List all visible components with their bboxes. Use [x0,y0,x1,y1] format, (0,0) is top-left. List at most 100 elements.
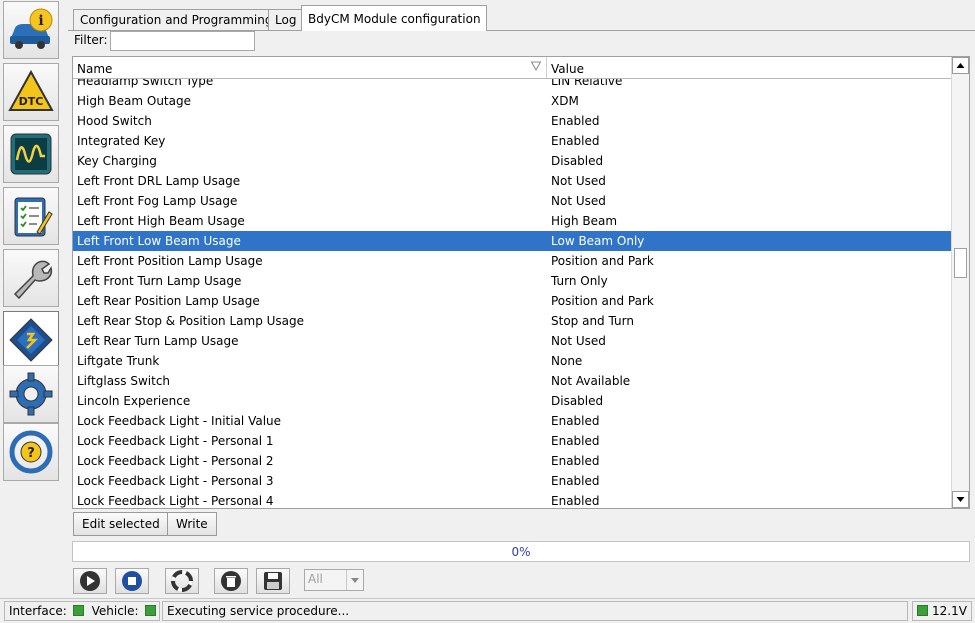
stop-button[interactable] [115,568,149,594]
progress-text: 0% [511,545,531,559]
module-configuration-button[interactable] [3,311,59,369]
table-row[interactable]: Left Rear Stop & Position Lamp Usage Stop… [73,311,953,331]
cell-name: Left Front Low Beam Usage [77,234,241,248]
table-row[interactable]: Liftgate Trunk None [73,351,953,371]
arrow-down-icon [956,497,965,502]
chevron-down-icon [346,570,363,590]
cell-value: Not Available [551,374,631,388]
cell-name: Hood Switch [77,114,152,128]
write-button[interactable]: Write [167,512,217,536]
filter-select[interactable]: All [304,569,364,591]
sort-indicator-icon [531,61,541,71]
table-body: Headlamp Switch Type LIN Relative High Bea… [73,78,953,508]
table-row[interactable]: Lock Feedback Light - Personal 3 Enabled [73,471,953,491]
filter-input[interactable] [110,31,255,51]
table-row[interactable]: Lock Feedback Light - Personal 2 Enabled [73,451,953,471]
progress-bar: 0% [72,541,970,562]
cell-value: Position and Park [551,294,654,308]
lifebuoy-icon [171,570,193,592]
help-lifebuoy-button[interactable] [165,568,199,594]
scroll-up-button[interactable] [952,57,969,74]
table-row[interactable]: Headlamp Switch Type LIN Relative [73,78,953,91]
checklist-button[interactable] [3,187,59,245]
table-row[interactable]: Lock Feedback Light - Personal 4 Enabled [73,491,953,508]
tab-log[interactable]: Log [268,9,303,30]
svg-text:?: ? [27,446,35,461]
table-row[interactable]: Lock Feedback Light - Initial Value Enabl… [73,411,953,431]
tools-button[interactable] [3,249,59,307]
cell-value: High Beam [551,214,618,228]
table-header: Name Value [73,57,953,79]
cell-name: Left Front Fog Lamp Usage [77,194,238,208]
cell-name: Key Charging [77,154,157,168]
table-row[interactable]: Left Front Position Lamp Usage Position a… [73,251,953,271]
cell-name: Lincoln Experience [77,394,191,408]
delete-button[interactable] [214,568,248,594]
scroll-thumb[interactable] [954,248,967,279]
table-row[interactable]: Left Rear Turn Lamp Usage Not Used [73,331,953,351]
cell-name: Lock Feedback Light - Personal 1 [77,434,274,448]
cell-name: Lock Feedback Light - Personal 2 [77,454,274,468]
cell-value: None [551,354,583,368]
car-info-icon: i [10,8,53,49]
cell-value: Position and Park [551,254,654,268]
cell-name: Lock Feedback Light - Personal 3 [77,474,274,488]
wrench-icon [13,260,53,300]
table-row[interactable]: Lincoln Experience Disabled [73,391,953,411]
table-row[interactable]: Hood Switch Enabled [73,111,953,131]
voltage-text: 12.1V [932,604,967,618]
dtc-button[interactable]: DTC [3,63,59,121]
cell-value: Not Used [551,194,606,208]
voltage-status-led [917,605,928,616]
oscilloscope-button[interactable] [3,125,59,183]
table-row[interactable]: High Beam Outage XDM [73,91,953,111]
table-row[interactable]: Liftglass Switch Not Available [73,371,953,391]
cell-value: Turn Only [551,274,608,288]
chip-icon [9,318,53,362]
dtc-icon: DTC [8,69,54,111]
table-row[interactable]: Lock Feedback Light - Personal 1 Enabled [73,431,953,451]
sidebar: i DTC ? [0,0,62,598]
cell-name: Lock Feedback Light - Initial Value [77,414,282,428]
vehicle-info-button[interactable]: i [3,1,59,59]
settings-button[interactable] [3,365,59,423]
scroll-down-button[interactable] [952,491,969,508]
arrow-up-icon [956,63,965,68]
cell-name: Left Front High Beam Usage [77,214,245,228]
svg-text:i: i [38,13,43,29]
table-row[interactable]: Left Front Fog Lamp Usage Not Used [73,191,953,211]
status-bar: Interface: Vehicle: Executing service pr… [0,598,975,623]
play-button[interactable] [73,568,107,594]
cell-value: Enabled [551,474,600,488]
cell-value: Not Used [551,334,606,348]
vertical-scrollbar[interactable] [951,57,969,508]
edit-selected-button[interactable]: Edit selected [73,512,169,536]
tab-configuration-and-programming[interactable]: Configuration and Programming [73,9,279,30]
column-header-name[interactable]: Name [73,57,547,78]
cell-name: Headlamp Switch Type [77,78,214,88]
help-button[interactable]: ? [3,423,59,481]
cell-value: Stop and Turn [551,314,634,328]
cell-name: High Beam Outage [77,94,191,108]
table-row[interactable]: Left Front Low Beam Usage Low Beam Only [73,231,953,251]
checklist-icon [14,197,53,237]
save-button[interactable] [256,568,290,594]
table-row[interactable]: Left Rear Position Lamp Usage Position an… [73,291,953,311]
cell-value: Low Beam Only [551,234,645,248]
battery-voltage: 12.1V [912,601,972,621]
vehicle-label: Vehicle: [91,604,139,618]
table-row[interactable]: Left Front High Beam Usage High Beam [73,211,953,231]
tab-bdycm-module-configuration[interactable]: BdyCM Module configuration [301,5,487,31]
column-header-value[interactable]: Value [547,57,953,78]
cell-name: Left Front Position Lamp Usage [77,254,263,268]
configuration-table: Headlamp Switch Type LIN Relative High Bea… [72,56,970,509]
filter-select-value: All [308,572,323,586]
oscilloscope-icon [10,133,52,175]
filter-label: Filter: [74,33,108,47]
table-row[interactable]: Left Front Turn Lamp Usage Turn Only [73,271,953,291]
table-row[interactable]: Integrated Key Enabled [73,131,953,151]
table-row[interactable]: Key Charging Disabled [73,151,953,171]
table-row[interactable]: Left Front DRL Lamp Usage Not Used [73,171,953,191]
main-panel: Configuration and Programming Log BdyCM … [68,0,975,598]
cell-value: Enabled [551,434,600,448]
